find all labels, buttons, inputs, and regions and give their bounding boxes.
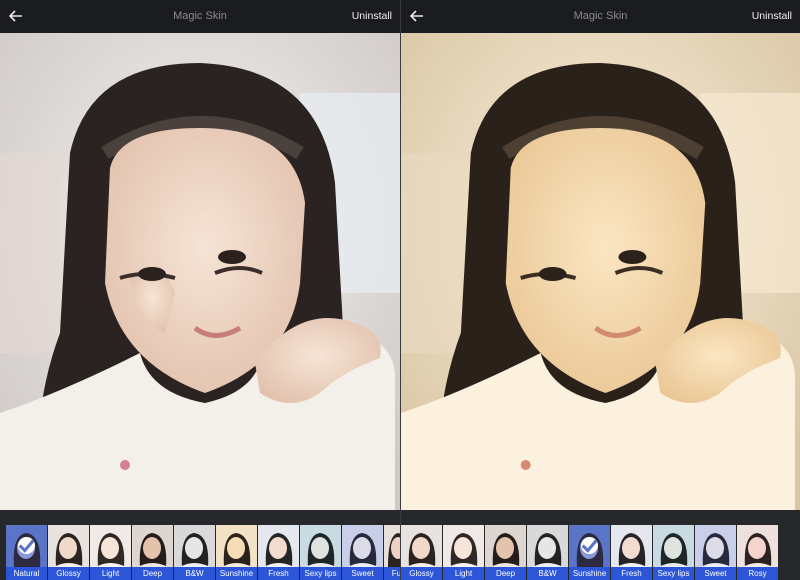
- filter-label: Fresh: [611, 567, 652, 580]
- filter-bw[interactable]: B&W: [174, 525, 215, 580]
- filter-glossy[interactable]: Glossy: [401, 525, 442, 580]
- filter-thumbnail: [695, 525, 736, 567]
- uninstall-button[interactable]: Uninstall: [352, 10, 392, 22]
- filter-bw[interactable]: B&W: [527, 525, 568, 580]
- filter-label: Fural: [384, 567, 400, 580]
- left-panel: Magic Skin Uninstall Natural Glossy Ligh…: [0, 0, 400, 580]
- filter-label: Deep: [132, 567, 173, 580]
- screen-title: Magic Skin: [573, 10, 628, 22]
- filter-label: Rosy: [737, 567, 778, 580]
- filter-thumbnail: [132, 525, 173, 567]
- filter-label: Deep: [485, 567, 526, 580]
- filter-thumbnail: [6, 525, 47, 567]
- filter-label: Sweet: [342, 567, 383, 580]
- uninstall-button[interactable]: Uninstall: [752, 10, 792, 22]
- filter-thumbnail: [300, 525, 341, 567]
- filter-sunshine[interactable]: Sunshine: [569, 525, 610, 580]
- filter-natural[interactable]: Natural: [6, 525, 47, 580]
- filter-label: Sweet: [695, 567, 736, 580]
- photo-preview: [0, 33, 400, 510]
- filter-label: Natural: [6, 567, 47, 580]
- filter-label: Sexy lips: [653, 567, 694, 580]
- filter-thumbnail: [48, 525, 89, 567]
- filter-label: Sexy lips: [300, 567, 341, 580]
- filter-rosy[interactable]: Rosy: [737, 525, 778, 580]
- filter-sunshine[interactable]: Sunshine: [216, 525, 257, 580]
- filter-thumbnail: [443, 525, 484, 567]
- filter-list: Natural Glossy Light Deep B&W Sunshine F…: [6, 525, 400, 580]
- filter-label: Light: [443, 567, 484, 580]
- filter-label: Light: [90, 567, 131, 580]
- filter-thumbnail: [90, 525, 131, 567]
- filter-thumbnail: [342, 525, 383, 567]
- filter-fresh[interactable]: Fresh: [611, 525, 652, 580]
- filter-label: B&W: [527, 567, 568, 580]
- right-panel: Magic Skin Uninstall Glossy Light Deep B…: [401, 0, 800, 580]
- filter-deep[interactable]: Deep: [485, 525, 526, 580]
- top-bar: Magic Skin Uninstall: [401, 0, 800, 33]
- filter-thumbnail: [258, 525, 299, 567]
- screen-title: Magic Skin: [173, 10, 227, 22]
- filter-glossy[interactable]: Glossy: [48, 525, 89, 580]
- filter-fural[interactable]: Fural: [384, 525, 400, 580]
- filter-thumbnail: [569, 525, 610, 567]
- filter-thumbnail: [527, 525, 568, 567]
- filter-strip: Natural Glossy Light Deep B&W Sunshine F…: [0, 510, 400, 580]
- filter-label: Sunshine: [216, 567, 257, 580]
- filter-deep[interactable]: Deep: [132, 525, 173, 580]
- filter-light[interactable]: Light: [90, 525, 131, 580]
- filter-strip: Glossy Light Deep B&W Sunshine Fresh Sex…: [401, 510, 800, 580]
- filter-label: Fresh: [258, 567, 299, 580]
- filter-fresh[interactable]: Fresh: [258, 525, 299, 580]
- filter-thumbnail: [653, 525, 694, 567]
- filter-label: Sunshine: [569, 567, 610, 580]
- filter-label: Glossy: [401, 567, 442, 580]
- filter-label: Glossy: [48, 567, 89, 580]
- filter-thumbnail: [384, 525, 400, 567]
- photo-preview: [401, 33, 800, 510]
- filter-thumbnail: [485, 525, 526, 567]
- filter-sexy-lips[interactable]: Sexy lips: [300, 525, 341, 580]
- filter-thumbnail: [401, 525, 442, 567]
- filter-thumbnail: [216, 525, 257, 567]
- checkmark-icon: [18, 537, 35, 554]
- filter-sweet[interactable]: Sweet: [342, 525, 383, 580]
- filter-thumbnail: [737, 525, 778, 567]
- filter-thumbnail: [174, 525, 215, 567]
- filter-thumbnail: [611, 525, 652, 567]
- filter-light[interactable]: Light: [443, 525, 484, 580]
- filter-sexy-lips[interactable]: Sexy lips: [653, 525, 694, 580]
- filter-label: B&W: [174, 567, 215, 580]
- top-bar: Magic Skin Uninstall: [0, 0, 400, 33]
- filter-sweet[interactable]: Sweet: [695, 525, 736, 580]
- checkmark-icon: [581, 537, 598, 554]
- filter-list: Glossy Light Deep B&W Sunshine Fresh Sex…: [401, 525, 778, 580]
